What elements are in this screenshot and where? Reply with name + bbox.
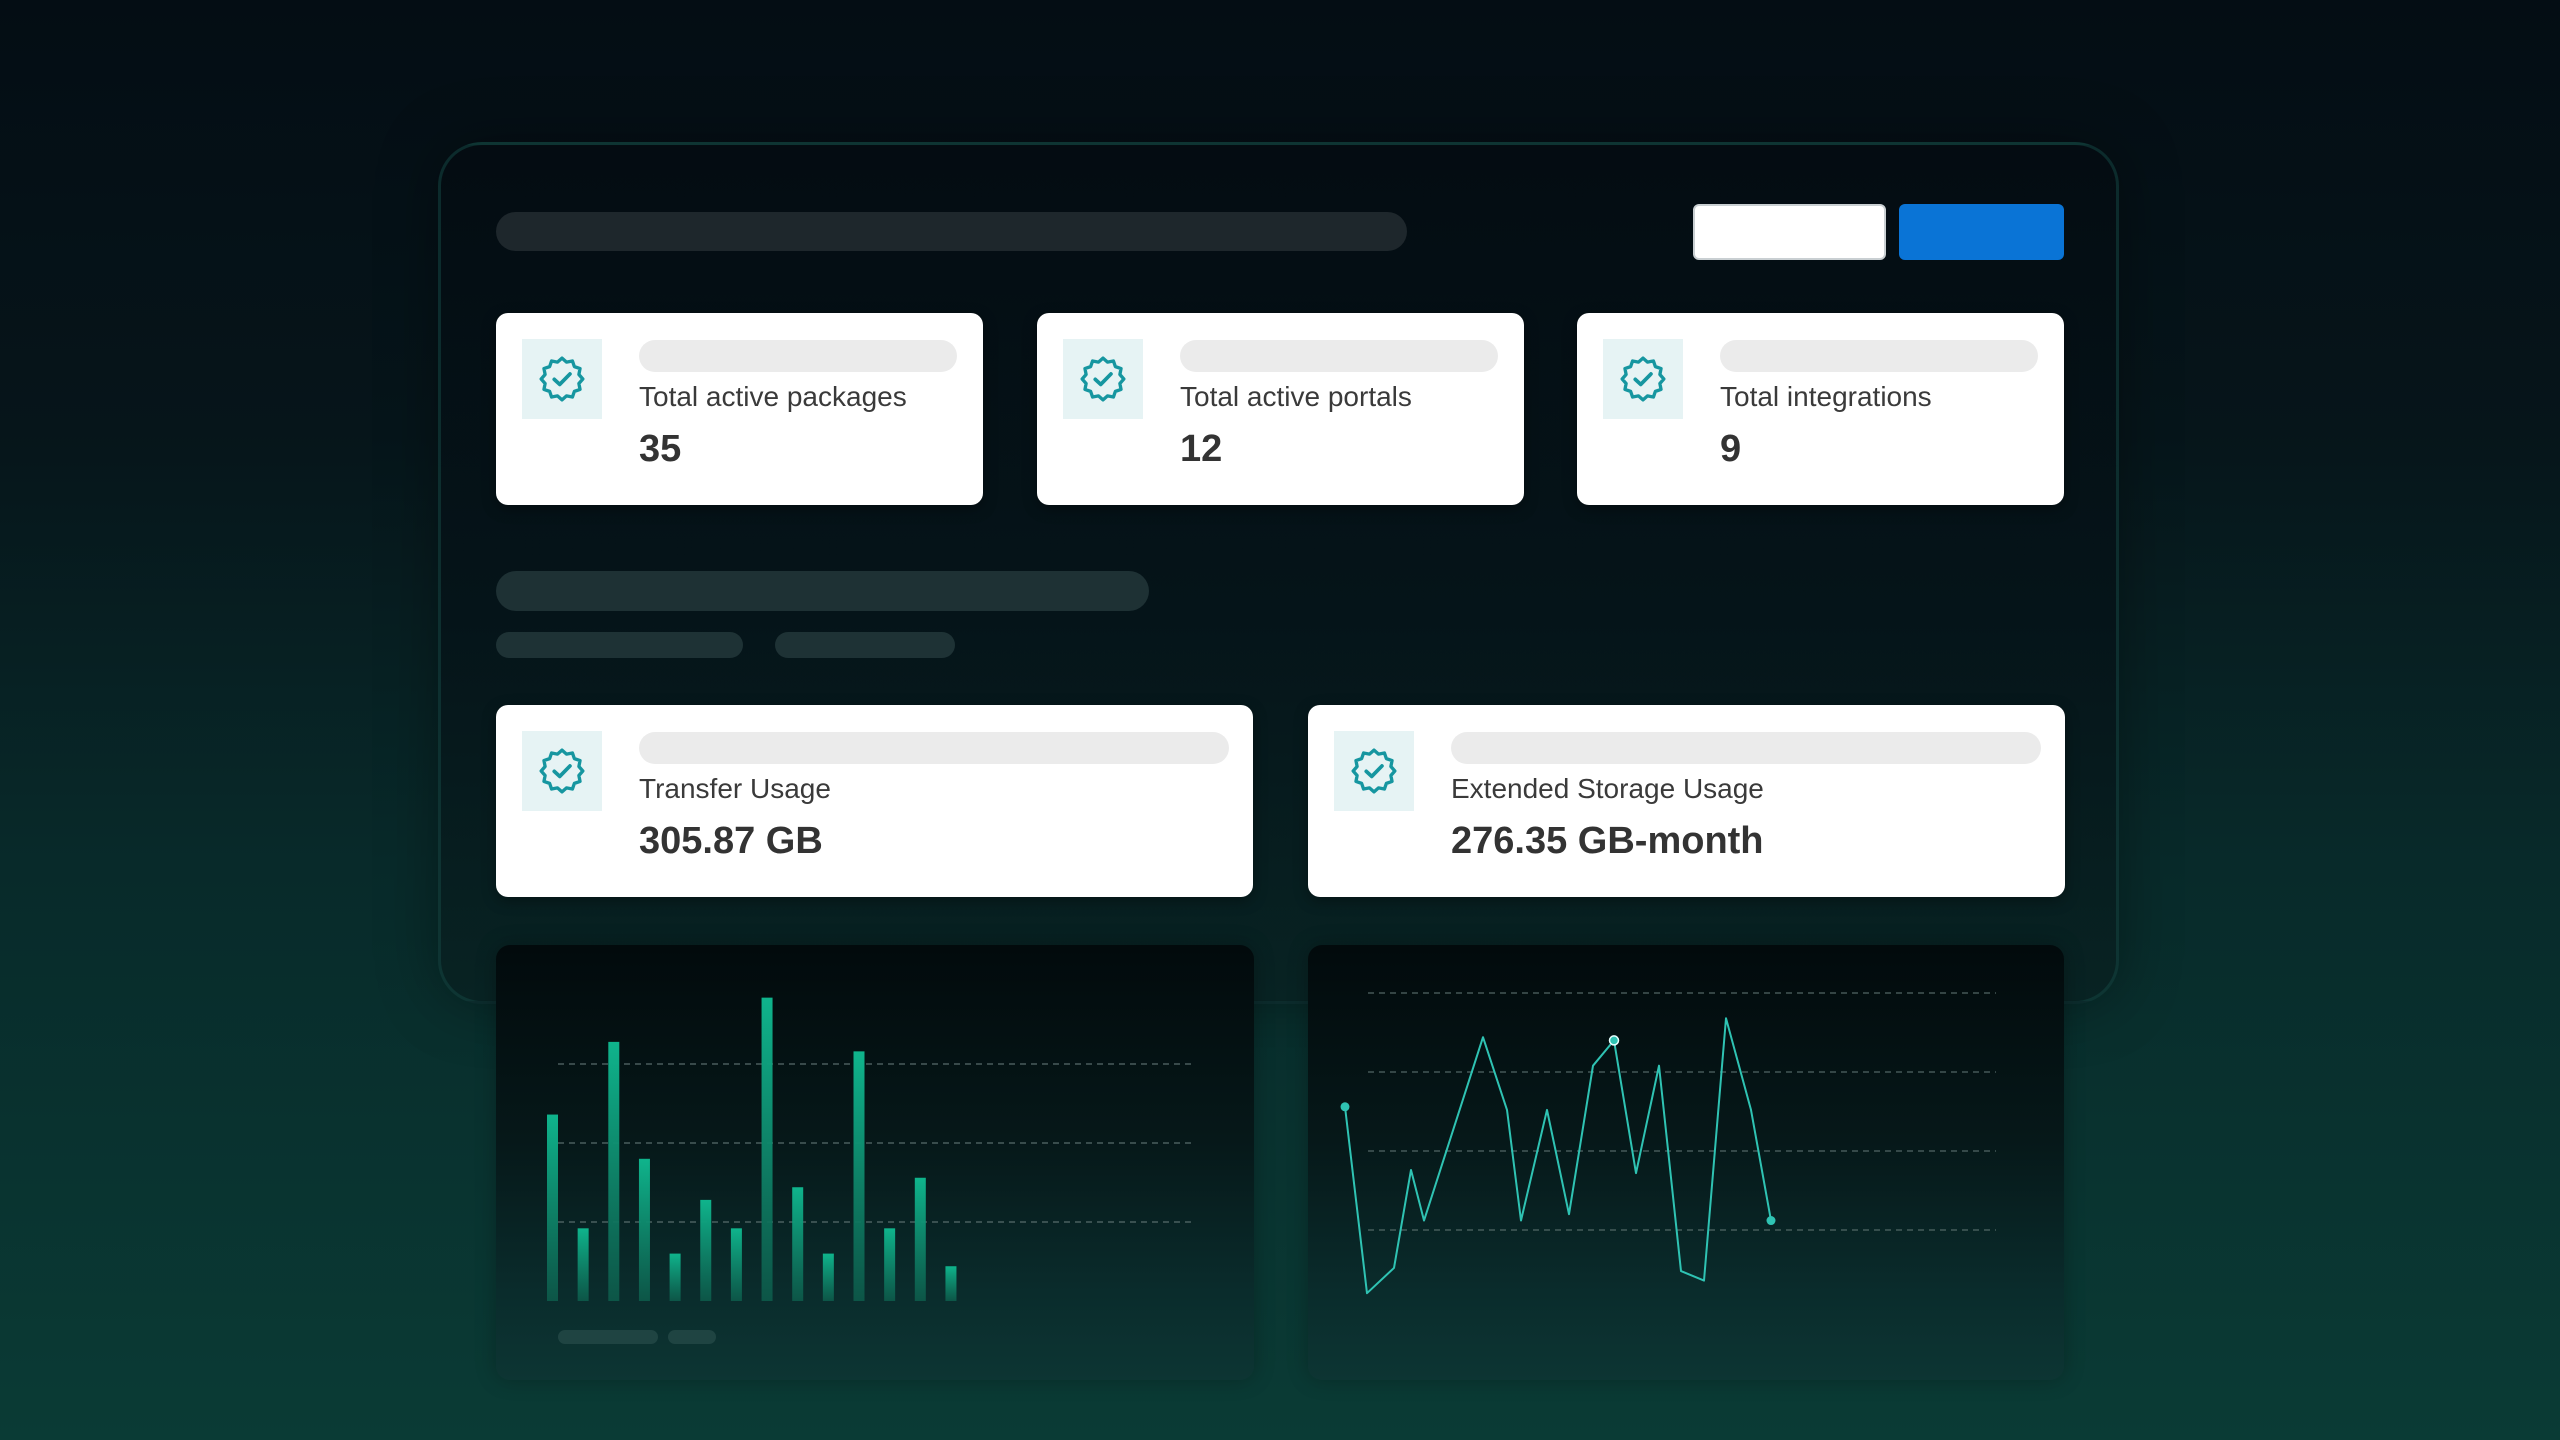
usage-card-transfer: Transfer Usage 305.87 GB <box>496 705 1253 897</box>
data-point[interactable] <box>1766 1216 1776 1226</box>
badge-outline <box>1351 748 1397 794</box>
card-title-placeholder <box>1180 340 1498 372</box>
verified-badge-icon <box>1603 339 1683 419</box>
stat-card-portals: Total active portals 12 <box>1037 313 1524 505</box>
series-line <box>1344 1017 1772 1295</box>
badge-outline <box>1080 356 1126 402</box>
data-point[interactable] <box>1340 1102 1350 1112</box>
usage-card-storage: Extended Storage Usage 276.35 GB-month <box>1308 705 2065 897</box>
badge-outline <box>1620 356 1666 402</box>
bar <box>884 1228 896 1301</box>
bar <box>822 1253 834 1301</box>
stat-card-packages: Total active packages 35 <box>496 313 983 505</box>
stat-card-integrations: Total integrations 9 <box>1577 313 2064 505</box>
bar <box>792 1187 804 1301</box>
checkmark <box>552 764 572 779</box>
checkmark <box>1093 372 1113 387</box>
stat-value: 9 <box>1720 428 1742 470</box>
section-subtitle-placeholder <box>496 632 743 658</box>
bar <box>669 1253 681 1301</box>
primary-button[interactable] <box>1899 204 2064 260</box>
verified-badge-icon <box>1063 339 1143 419</box>
stat-label: Total active portals <box>1180 381 1412 412</box>
bar <box>700 1199 712 1301</box>
usage-value: 276.35 GB-month <box>1451 820 1764 862</box>
checkmark <box>1633 372 1653 387</box>
bar <box>914 1177 926 1301</box>
bar <box>608 1041 620 1301</box>
bar-chart <box>547 997 1191 1301</box>
bar <box>853 1051 865 1301</box>
legend-placeholder <box>668 1330 716 1344</box>
data-point[interactable] <box>1608 1035 1620 1046</box>
line-chart <box>1340 992 1996 1295</box>
secondary-button[interactable] <box>1693 204 1886 260</box>
verified-badge-icon <box>522 339 602 419</box>
bar <box>638 1158 650 1301</box>
stat-label: Total integrations <box>1720 381 1932 412</box>
section-title-placeholder <box>496 571 1149 611</box>
usage-value: 305.87 GB <box>639 820 823 862</box>
bar <box>547 1114 558 1301</box>
verified-badge-icon <box>1334 731 1414 811</box>
checkmark <box>1364 764 1384 779</box>
bar <box>577 1228 589 1301</box>
stat-value: 35 <box>639 428 682 470</box>
stat-label: Total active packages <box>639 381 907 412</box>
bar <box>761 997 773 1301</box>
badge-outline <box>539 356 585 402</box>
usage-label: Transfer Usage <box>639 773 831 804</box>
page-title-placeholder <box>496 212 1407 251</box>
bar <box>730 1228 742 1301</box>
verified-badge-icon <box>522 731 602 811</box>
stat-value: 12 <box>1180 428 1223 470</box>
line-chart-panel <box>1308 945 2064 1380</box>
bar <box>945 1266 957 1301</box>
section-subtitle-placeholder <box>775 632 955 658</box>
usage-label: Extended Storage Usage <box>1451 773 1764 804</box>
card-title-placeholder <box>1451 732 2041 764</box>
card-title-placeholder <box>639 340 957 372</box>
badge-outline <box>539 748 585 794</box>
checkmark <box>552 372 572 387</box>
card-title-placeholder <box>639 732 1229 764</box>
bar-chart-panel <box>496 945 1254 1380</box>
legend-placeholder <box>558 1330 658 1344</box>
card-title-placeholder <box>1720 340 2038 372</box>
